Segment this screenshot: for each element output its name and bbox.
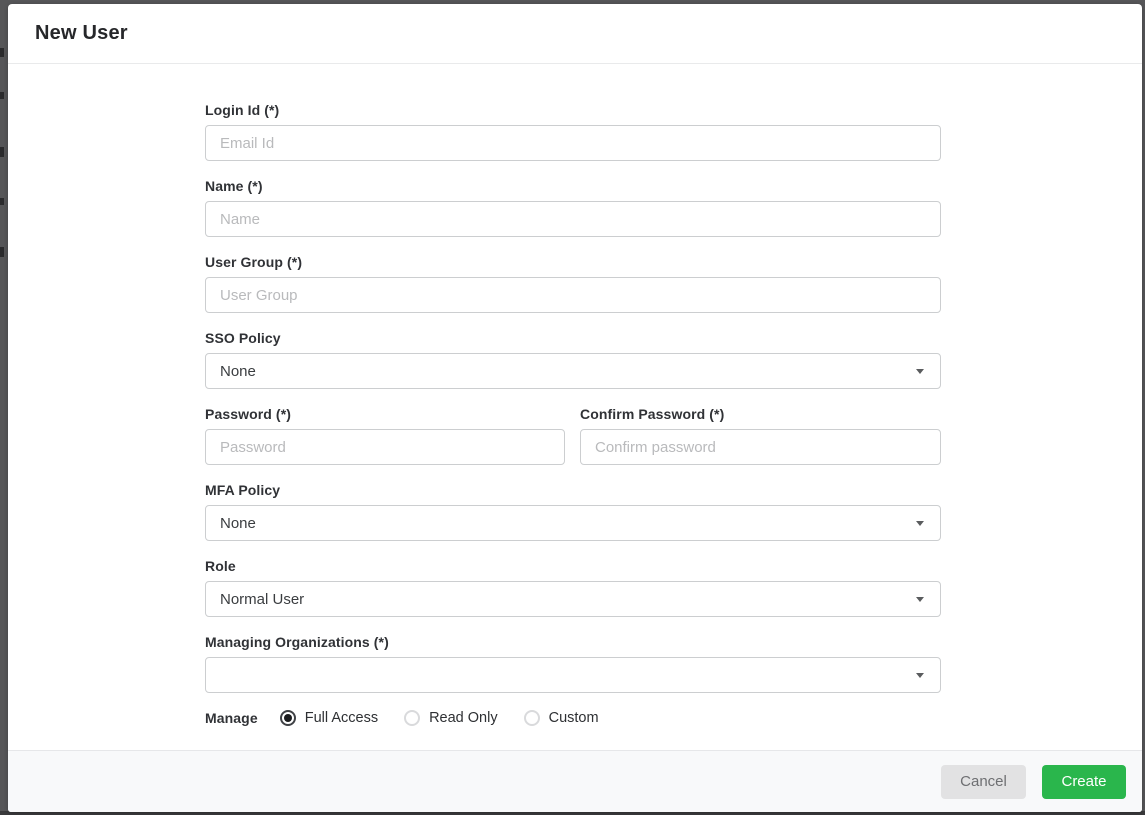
mfa-policy-field-group: MFA Policy None xyxy=(205,482,941,541)
password-field-group: Password (*) xyxy=(205,406,565,465)
cancel-button[interactable]: Cancel xyxy=(941,764,1026,799)
chevron-down-icon xyxy=(916,672,924,678)
radio-button-icon xyxy=(279,710,296,726)
login-id-input[interactable] xyxy=(205,125,941,161)
background-text-fragment xyxy=(0,198,4,205)
create-button[interactable]: Create xyxy=(1042,764,1126,799)
mfa-policy-select[interactable]: None xyxy=(205,505,941,541)
manage-option-label: Custom xyxy=(548,710,599,726)
manage-option-full-access[interactable]: Full Access xyxy=(279,710,379,726)
mfa-policy-value: None xyxy=(220,514,256,532)
name-input[interactable] xyxy=(205,201,941,237)
new-user-form: Login Id (*) Name (*) User Group (*) SSO… xyxy=(8,64,1142,750)
user-group-field-group: User Group (*) xyxy=(205,254,941,313)
sso-policy-label: SSO Policy xyxy=(205,330,281,346)
password-input[interactable] xyxy=(205,429,565,465)
managing-organizations-field-group: Managing Organizations (*) xyxy=(205,634,941,693)
role-field-group: Role Normal User xyxy=(205,558,941,617)
name-label: Name (*) xyxy=(205,178,263,194)
user-group-input[interactable] xyxy=(205,277,941,313)
managing-organizations-select[interactable] xyxy=(205,657,941,693)
confirm-password-field-group: Confirm Password (*) xyxy=(580,406,941,465)
chevron-down-icon xyxy=(916,520,924,526)
manage-option-label: Read Only xyxy=(429,710,498,726)
manage-option-custom[interactable]: Custom xyxy=(523,710,599,726)
modal-title: New User xyxy=(35,22,128,44)
sso-policy-value: None xyxy=(220,362,256,380)
name-field-group: Name (*) xyxy=(205,178,941,237)
mfa-policy-label: MFA Policy xyxy=(205,482,281,498)
manage-radio-group: Manage Full Access Read Only Custom xyxy=(205,710,1142,726)
sso-policy-field-group: SSO Policy None xyxy=(205,330,941,389)
modal-footer: Cancel Create xyxy=(8,750,1142,812)
background-text-fragment xyxy=(0,92,4,99)
background-text-fragment xyxy=(0,48,4,57)
manage-option-label: Full Access xyxy=(304,710,379,726)
radio-button-icon xyxy=(404,710,421,726)
manage-label: Manage xyxy=(205,710,258,726)
chevron-down-icon xyxy=(916,596,924,602)
sso-policy-select[interactable]: None xyxy=(205,353,941,389)
chevron-down-icon xyxy=(916,368,924,374)
password-row: Password (*) Confirm Password (*) xyxy=(205,406,941,465)
login-id-label: Login Id (*) xyxy=(205,102,280,118)
manage-option-read-only[interactable]: Read Only xyxy=(404,710,498,726)
password-label: Password (*) xyxy=(205,406,291,422)
user-group-label: User Group (*) xyxy=(205,254,303,270)
radio-button-icon xyxy=(523,710,540,726)
role-select[interactable]: Normal User xyxy=(205,581,941,617)
background-text-fragment xyxy=(0,247,4,257)
confirm-password-label: Confirm Password (*) xyxy=(580,406,725,422)
new-user-modal: New User Login Id (*) Name (*) User Grou… xyxy=(8,4,1142,812)
background-text-fragment xyxy=(0,147,4,157)
login-id-field-group: Login Id (*) xyxy=(205,102,941,161)
managing-organizations-label: Managing Organizations (*) xyxy=(205,634,389,650)
role-label: Role xyxy=(205,558,236,574)
modal-header: New User xyxy=(8,4,1142,64)
role-value: Normal User xyxy=(220,590,305,608)
confirm-password-input[interactable] xyxy=(580,429,941,465)
